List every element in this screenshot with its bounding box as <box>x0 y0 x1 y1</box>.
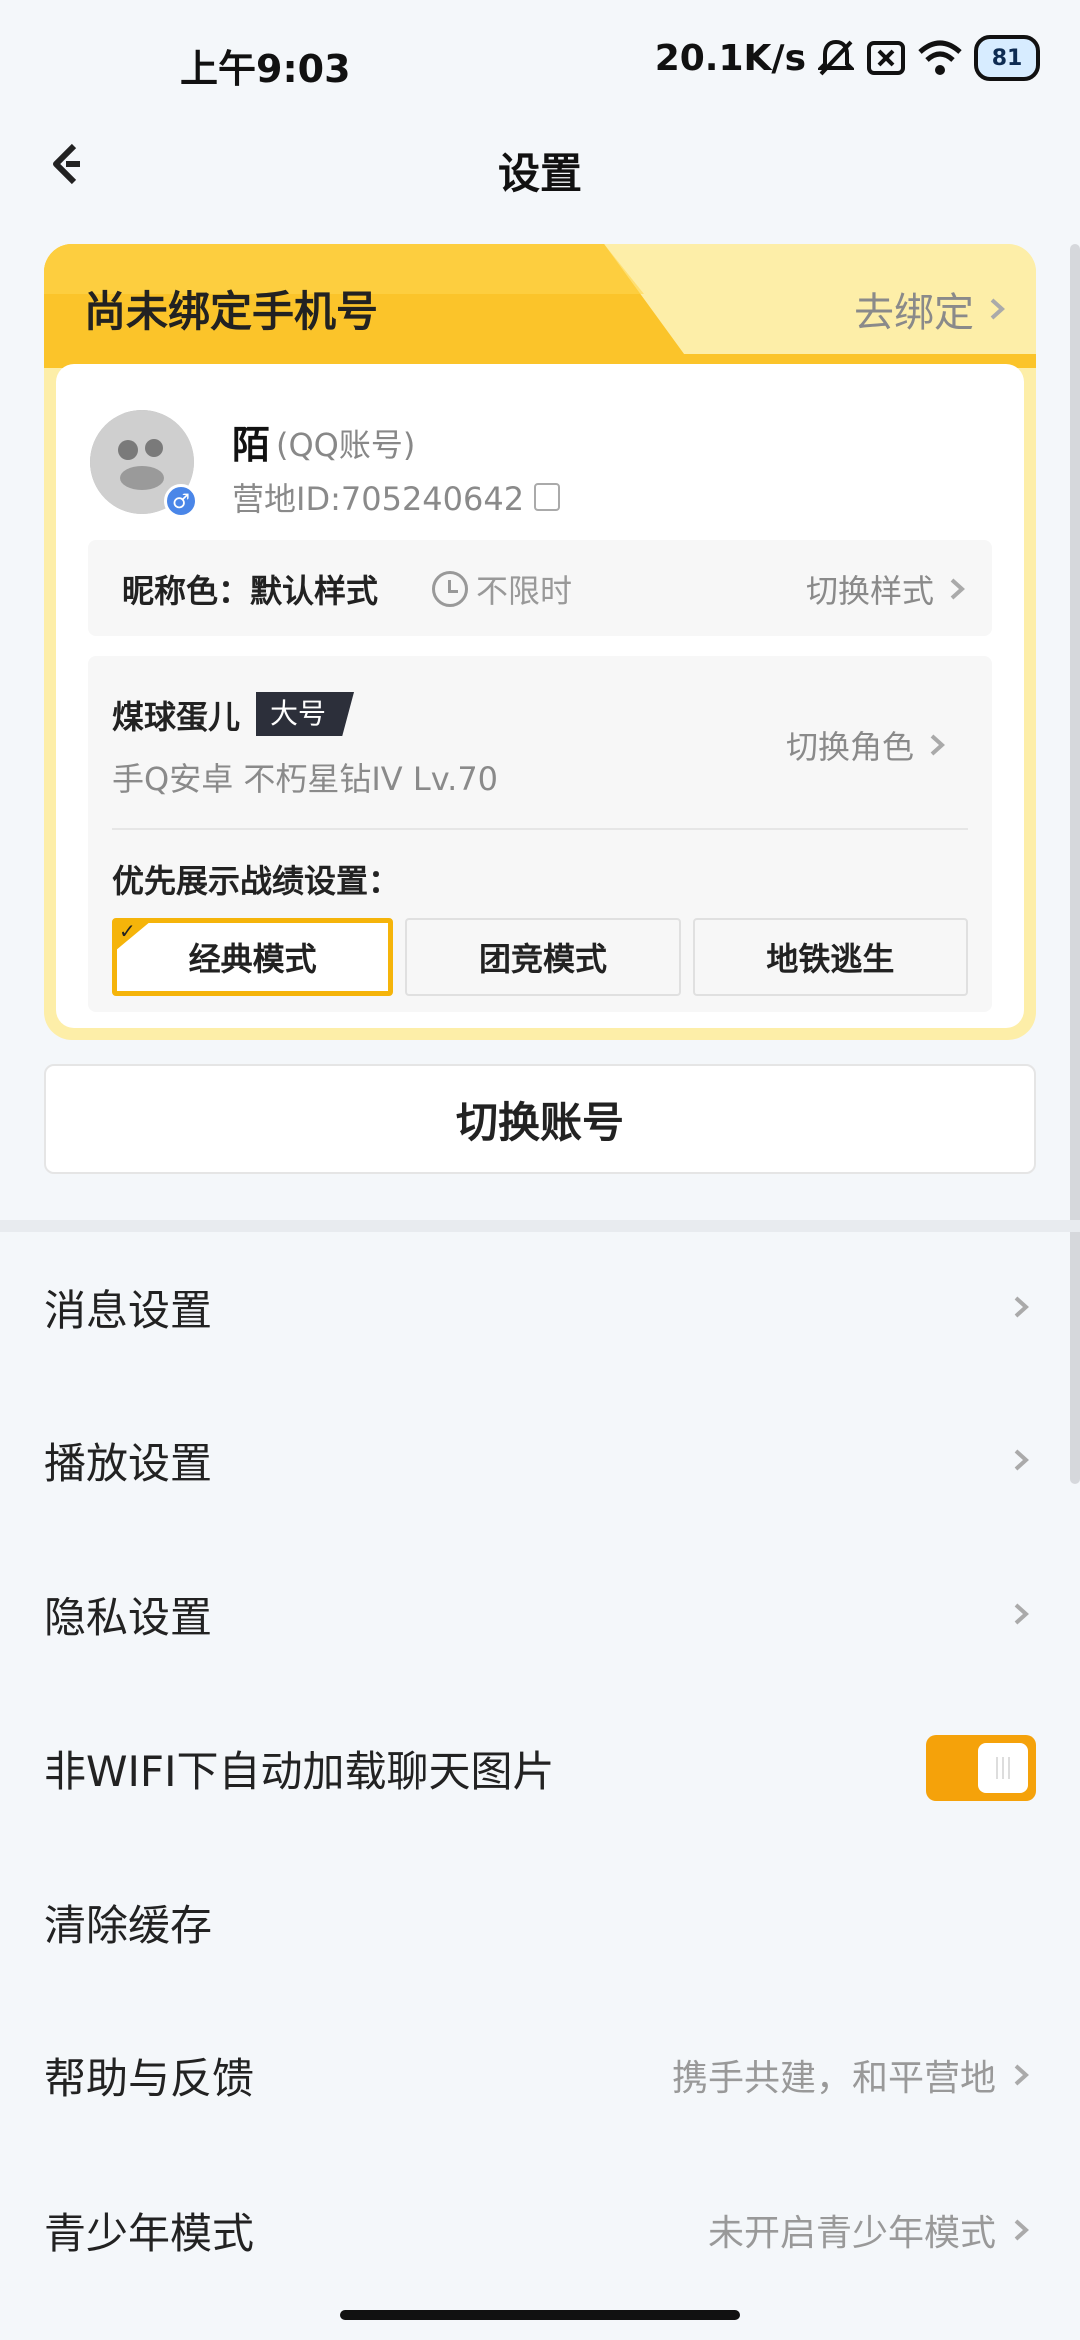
mode-metro-button[interactable]: 地铁逃生 <box>692 918 968 996</box>
chevron-right-icon <box>990 298 1005 320</box>
menu-item-playback-settings[interactable]: 播放设置 <box>44 1410 1036 1510</box>
unbound-phone-title: 尚未绑定手机号 <box>84 287 379 336</box>
check-icon: ✓ <box>119 919 136 943</box>
menu-right: 未开启青少年模式 <box>708 2204 1036 2256</box>
wifi-icon <box>918 40 962 75</box>
chevron-right-icon <box>1014 1603 1029 1625</box>
menu-item-clear-cache[interactable]: 清除缓存 <box>44 1872 1036 1972</box>
mode-label: 经典模式 <box>188 940 317 978</box>
switch-style-label: 切换样式 <box>805 572 934 610</box>
menu-item-auto-load-images: 非WIFI下自动加载聊天图片 <box>44 1718 1036 1818</box>
chevron-right-icon <box>1014 1296 1029 1318</box>
copy-icon[interactable] <box>534 483 561 511</box>
menu-item-help-feedback[interactable]: 帮助与反馈 携手共建，和平营地 <box>44 2025 1036 2125</box>
menu-right <box>1006 1292 1036 1322</box>
camp-id: 营地ID:705240642 <box>232 474 561 520</box>
mode-classic-button[interactable]: ✓ 经典模式 <box>112 918 394 996</box>
menu-label: 非WIFI下自动加载聊天图片 <box>44 1746 555 1796</box>
mode-label: 团竞模式 <box>478 940 607 978</box>
menu-right <box>1006 1599 1036 1629</box>
status-bar: 上午9:03 20.1K/s 81 <box>0 0 1080 124</box>
bind-phone-label: 去绑定 <box>854 290 974 336</box>
menu-right: 携手共建，和平营地 <box>672 2049 1036 2101</box>
switch-style-link[interactable]: 切换样式 <box>806 566 972 612</box>
section-separator <box>0 1220 1080 1232</box>
role-box: 煤球蛋儿 大号 手Q安卓 不朽星钻IV Lv.70 切换角色 优先展示战绩设置：… <box>88 656 992 1012</box>
sim-off-icon <box>867 41 905 75</box>
page-title: 设置 <box>497 149 582 198</box>
role-info: 手Q安卓 不朽星钻IV Lv.70 <box>112 760 499 798</box>
camp-id-text: 营地ID:705240642 <box>232 480 525 518</box>
clock-icon <box>432 571 468 607</box>
mode-label: 地铁逃生 <box>766 940 895 978</box>
menu-value: 未开启青少年模式 <box>707 2213 996 2254</box>
switch-role-link[interactable]: 切换角色 <box>786 722 952 768</box>
menu-item-youth-mode[interactable]: 青少年模式 未开启青少年模式 <box>44 2180 1036 2280</box>
auto-load-images-toggle[interactable] <box>926 1735 1036 1801</box>
chevron-right-icon <box>1014 2064 1029 2086</box>
status-icons: 20.1K/s 81 <box>655 30 1040 86</box>
menu-label: 隐私设置 <box>44 1592 213 1642</box>
role-name: 煤球蛋儿 <box>112 698 241 736</box>
bind-phone-link[interactable]: 去绑定 <box>854 280 1012 338</box>
home-indicator[interactable] <box>340 2310 740 2320</box>
menu-right <box>1006 1445 1036 1475</box>
divider <box>112 828 968 830</box>
chevron-right-icon <box>1014 1449 1029 1471</box>
toggle-knob <box>978 1743 1028 1793</box>
user-name: 陌 <box>232 423 271 467</box>
menu-label: 帮助与反馈 <box>44 2053 255 2103</box>
mode-team-button[interactable]: 团竞模式 <box>405 918 681 996</box>
nickname-color-row[interactable]: 昵称色：默认样式 不限时 切换样式 <box>88 540 992 636</box>
account-type: (QQ账号) <box>276 426 416 464</box>
card-header: 尚未绑定手机号 去绑定 <box>44 244 1036 368</box>
record-preference-label: 优先展示战绩设置： <box>112 862 401 900</box>
menu-label: 消息设置 <box>44 1285 213 1335</box>
status-time: 上午9:03 <box>180 47 351 91</box>
top-bar: 设置 <box>0 124 1080 208</box>
menu-value: 携手共建，和平营地 <box>671 2058 996 2099</box>
nickname-duration-text: 不限时 <box>476 572 573 610</box>
nickname-color-label: 昵称色：默认样式 <box>122 572 379 610</box>
battery-indicator: 81 <box>974 35 1040 81</box>
card-body: ♂ 陌 (QQ账号) 营地ID:705240642 昵称色：默认样式 不限时 切… <box>56 364 1024 1028</box>
role-tag-badge: 大号 <box>256 692 355 736</box>
scrollbar[interactable] <box>1070 244 1080 1484</box>
menu-label: 播放设置 <box>44 1438 213 1488</box>
mode-selector: ✓ 经典模式 团竞模式 地铁逃生 <box>112 918 968 996</box>
menu-item-message-settings[interactable]: 消息设置 <box>44 1257 1036 1357</box>
network-speed: 20.1K/s <box>654 37 806 79</box>
chevron-right-icon <box>1014 2219 1029 2241</box>
menu-item-privacy-settings[interactable]: 隐私设置 <box>44 1564 1036 1664</box>
switch-role-label: 切换角色 <box>785 728 914 766</box>
nickname-duration: 不限时 <box>432 566 572 612</box>
chevron-right-icon <box>930 734 945 756</box>
mute-bell-icon <box>818 39 854 76</box>
menu-label: 青少年模式 <box>44 2208 255 2258</box>
male-gender-icon: ♂ <box>164 484 198 518</box>
switch-account-button[interactable]: 切换账号 <box>44 1064 1036 1174</box>
battery-level: 81 <box>991 45 1023 71</box>
chevron-right-icon <box>950 578 965 600</box>
menu-label: 清除缓存 <box>44 1900 213 1950</box>
